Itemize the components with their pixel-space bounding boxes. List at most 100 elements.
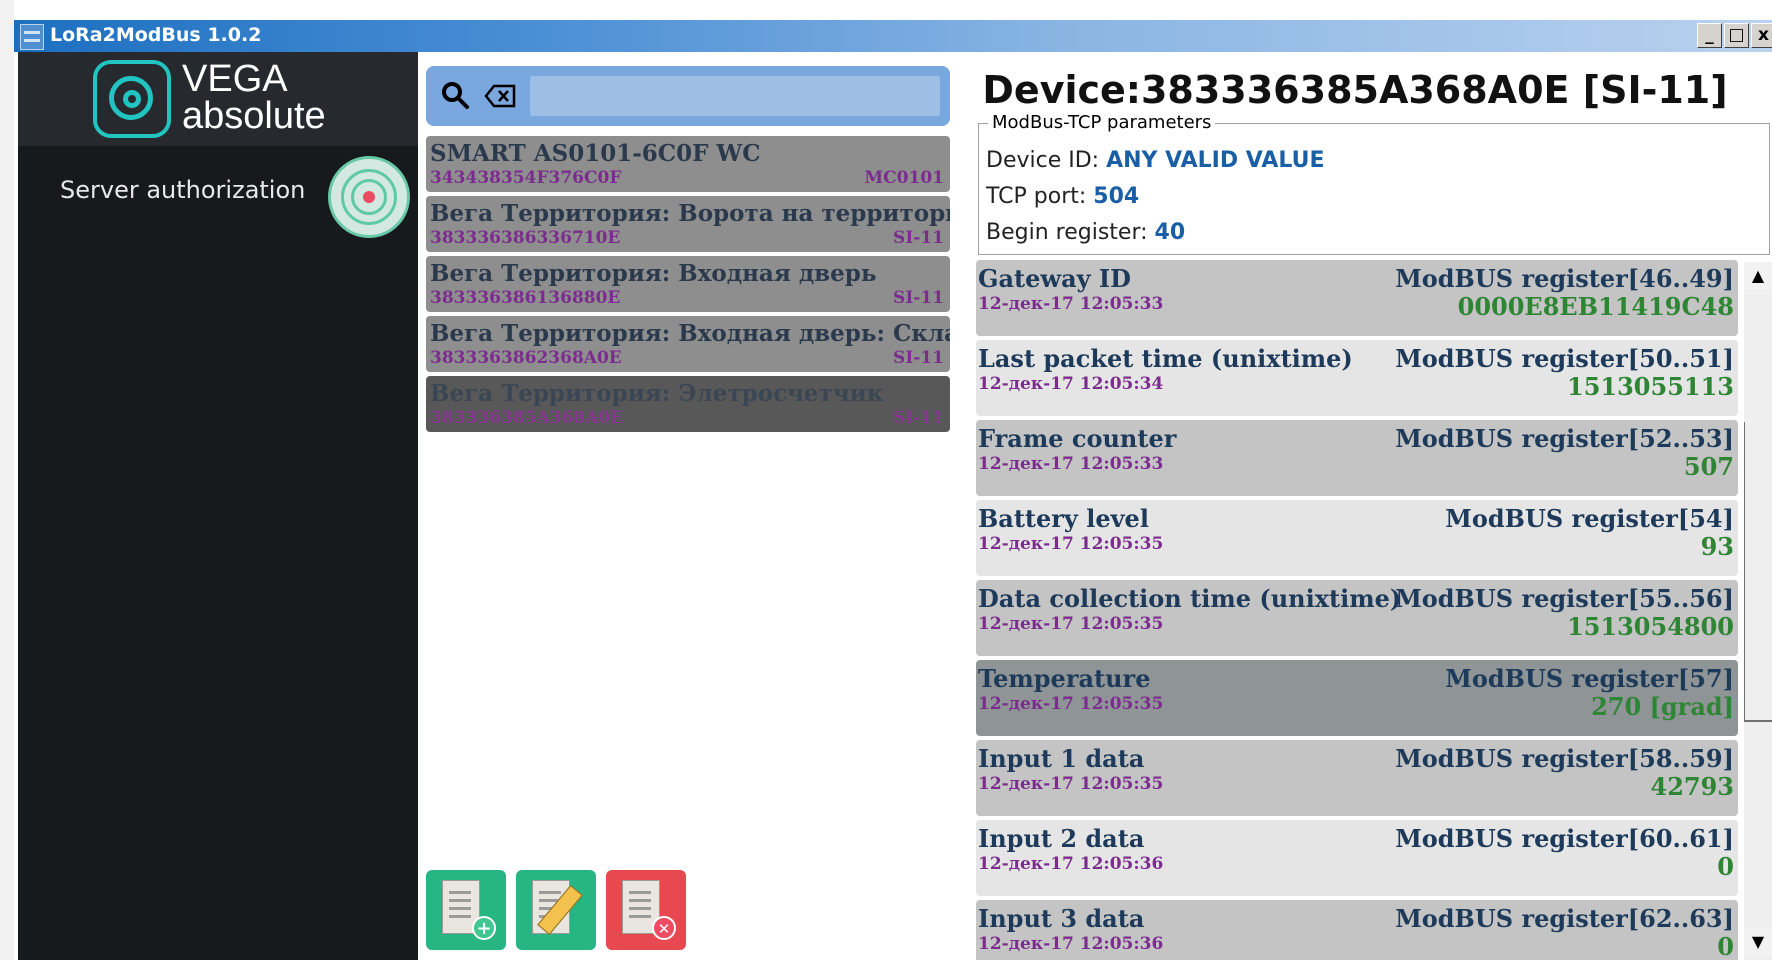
sidebar: VEGA absolute Server authorization [18, 52, 418, 960]
device-name: Вега Территория: Элетросчетчик [430, 380, 884, 407]
register-address: ModBUS register[46..49] [1395, 264, 1734, 293]
register-row[interactable]: Last packet time (unixtime) 12-дек-17 12… [976, 340, 1738, 416]
register-row[interactable]: Input 1 data 12-дек-17 12:05:35 ModBUS r… [976, 740, 1738, 816]
register-value: 0000E8EB11419C48 [1457, 292, 1734, 321]
tcp-port-value: 504 [1093, 184, 1140, 209]
add-device-button[interactable]: + [426, 870, 506, 950]
register-timestamp: 12-дек-17 12:05:35 [978, 694, 1164, 714]
device-title: Device:383336385A368A0E [SI-11] [982, 68, 1728, 112]
maximize-button[interactable]: □ [1724, 23, 1749, 48]
register-value: 1513055113 [1567, 372, 1734, 401]
app-window: LoRa2ModBus 1.0.2 _ □ x VEGA absolute Se… [0, 0, 1772, 960]
register-scrollbar[interactable]: ▲ ▼ [1744, 262, 1772, 960]
scroll-down-icon[interactable]: ▼ [1744, 928, 1772, 956]
register-name: Battery level [978, 504, 1149, 533]
register-row[interactable]: Input 3 data 12-дек-17 12:05:36 ModBUS r… [976, 900, 1738, 960]
begin-register-row: Begin register: 40 [986, 220, 1185, 245]
plus-icon: + [472, 916, 496, 940]
register-address: ModBUS register[62..63] [1395, 904, 1734, 933]
radar-dot [363, 191, 375, 203]
scroll-up-icon[interactable]: ▲ [1744, 262, 1772, 290]
register-row[interactable]: Battery level 12-дек-17 12:05:35 ModBUS … [976, 500, 1738, 576]
logo-band: VEGA absolute [18, 52, 418, 146]
device-list-item-selected[interactable]: Вега Территория: Элетросчетчик 383336385… [426, 376, 950, 432]
register-name: Input 1 data [978, 744, 1145, 773]
register-row[interactable]: Input 2 data 12-дек-17 12:05:36 ModBUS r… [976, 820, 1738, 896]
register-timestamp: 12-дек-17 12:05:34 [978, 374, 1164, 394]
clear-search-icon[interactable] [484, 84, 516, 108]
device-name: Вега Территория: Ворота на территорию [430, 200, 950, 227]
register-name: Gateway ID [978, 264, 1131, 293]
title-bar[interactable]: LoRa2ModBus 1.0.2 _ □ x [14, 20, 1772, 52]
register-name: Frame counter [978, 424, 1177, 453]
logo-text-absolute: absolute [182, 95, 326, 137]
sidebar-item-label[interactable]: Server authorization [60, 176, 305, 204]
register-row[interactable]: Frame counter 12-дек-17 12:05:33 ModBUS … [976, 420, 1738, 496]
device-name: Вега Территория: Входная дверь: Склад [430, 320, 950, 347]
register-timestamp: 12-дек-17 12:05:35 [978, 774, 1164, 794]
register-timestamp: 12-дек-17 12:05:35 [978, 614, 1164, 634]
register-timestamp: 12-дек-17 12:05:33 [978, 454, 1164, 474]
logo-text-vega: VEGA [182, 58, 288, 100]
device-id: 383336386336710E [430, 228, 621, 248]
app-icon [20, 24, 44, 50]
register-address: ModBUS register[50..51] [1395, 344, 1734, 373]
register-name: Input 3 data [978, 904, 1145, 933]
device-id: 383336386136880E [430, 288, 621, 308]
register-value: 42793 [1650, 772, 1735, 801]
params-legend: ModBus-TCP parameters [988, 112, 1216, 133]
device-type: SI-11 [893, 348, 944, 368]
device-list-item[interactable]: Вега Территория: Входная дверь: Склад 38… [426, 316, 950, 372]
device-list-item[interactable]: SMART AS0101-6C0F WC 343438354F376C0F MC… [426, 136, 950, 192]
tcp-port-row: TCP port: 504 [986, 184, 1139, 209]
device-id-label: Device ID: [986, 148, 1100, 173]
device-id: 3833363862368A0E [430, 348, 622, 368]
register-name: Last packet time (unixtime) [978, 344, 1353, 373]
tcp-port-label: TCP port: [986, 184, 1087, 209]
edit-device-button[interactable] [516, 870, 596, 950]
register-value: 1513054800 [1567, 612, 1734, 641]
device-type: SI-11 [893, 228, 944, 248]
register-address: ModBUS register[60..61] [1395, 824, 1734, 853]
device-list-item[interactable]: Вега Территория: Ворота на территорию 38… [426, 196, 950, 252]
register-address: ModBUS register[57] [1445, 664, 1734, 693]
begin-register-label: Begin register: [986, 220, 1148, 245]
register-address: ModBUS register[54] [1445, 504, 1734, 533]
register-name: Input 2 data [978, 824, 1145, 853]
window-left-edge [0, 0, 14, 960]
device-id-value: ANY VALID VALUE [1106, 148, 1325, 173]
register-value: 0 [1717, 932, 1734, 960]
register-name: Temperature [978, 664, 1151, 693]
register-row[interactable]: Gateway ID 12-дек-17 12:05:33 ModBUS reg… [976, 260, 1738, 336]
register-timestamp: 12-дек-17 12:05:36 [978, 854, 1164, 874]
close-button[interactable]: x [1751, 23, 1772, 48]
register-value: 93 [1700, 532, 1734, 561]
search-input[interactable] [530, 76, 940, 116]
delete-device-button[interactable]: ✕ [606, 870, 686, 950]
search-bar [426, 66, 950, 126]
register-value: 507 [1683, 452, 1734, 481]
register-timestamp: 12-дек-17 12:05:36 [978, 934, 1164, 954]
device-type: SI-11 [893, 408, 944, 428]
register-address: ModBUS register[55..56] [1395, 584, 1734, 613]
device-type: SI-11 [893, 288, 944, 308]
radar-icon[interactable] [328, 156, 410, 238]
register-list: Gateway ID 12-дек-17 12:05:33 ModBUS reg… [976, 260, 1738, 960]
device-name: Вега Территория: Входная дверь [430, 260, 877, 287]
device-id: 343438354F376C0F [430, 168, 622, 188]
minimize-button[interactable]: _ [1697, 23, 1722, 48]
register-timestamp: 12-дек-17 12:05:33 [978, 294, 1164, 314]
register-name: Data collection time (unixtime) [978, 584, 1402, 613]
register-row[interactable]: Data collection time (unixtime) 12-дек-1… [976, 580, 1738, 656]
register-row-selected[interactable]: Temperature 12-дек-17 12:05:35 ModBUS re… [976, 660, 1738, 736]
search-icon[interactable] [440, 80, 470, 110]
scroll-thumb[interactable] [1744, 422, 1772, 722]
device-list-item[interactable]: Вега Территория: Входная дверь 383336386… [426, 256, 950, 312]
device-list: SMART AS0101-6C0F WC 343438354F376C0F MC… [426, 136, 950, 436]
begin-register-value: 40 [1154, 220, 1186, 245]
register-value: 270 [grad] [1591, 692, 1734, 721]
register-address: ModBUS register[52..53] [1395, 424, 1734, 453]
register-timestamp: 12-дек-17 12:05:35 [978, 534, 1164, 554]
vega-logo-icon [93, 60, 171, 138]
device-name: SMART AS0101-6C0F WC [430, 140, 761, 167]
